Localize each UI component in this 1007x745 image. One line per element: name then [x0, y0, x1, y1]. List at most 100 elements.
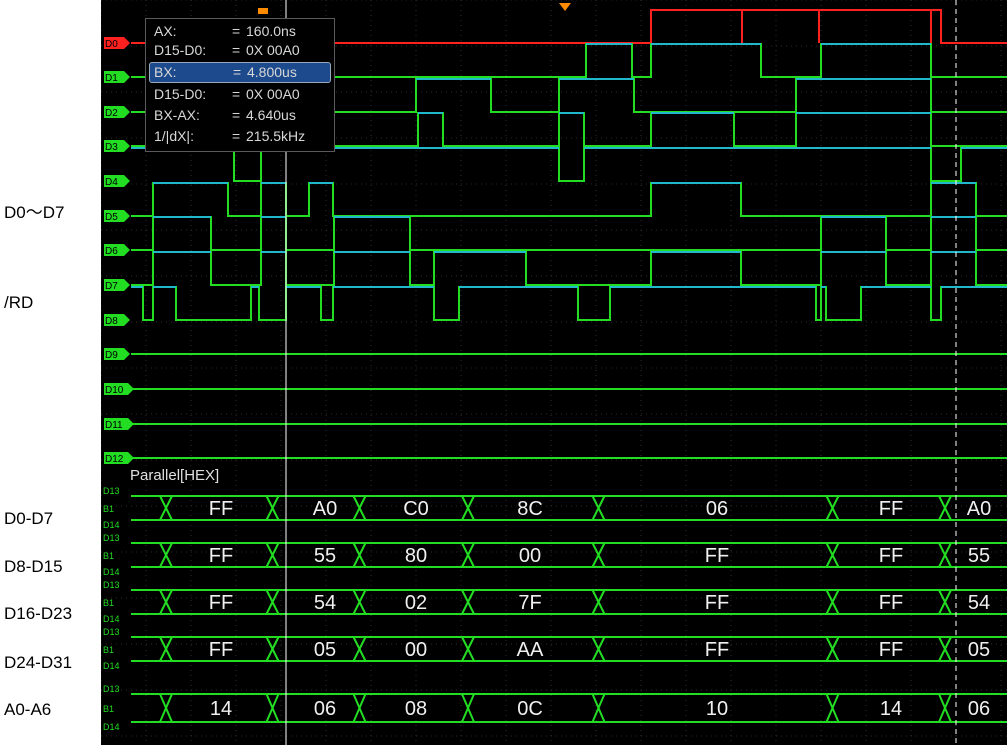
- bus-3-tag-d14: D14: [103, 661, 120, 671]
- channel-tag-text-d10: D10: [105, 385, 124, 396]
- bus-0-value: FF: [209, 498, 233, 520]
- bus-2-transition: [265, 589, 280, 615]
- bus-0-transition: [825, 495, 840, 521]
- bus-3-transition: [159, 636, 173, 662]
- bus-2-tag-b1: B1: [103, 598, 114, 608]
- bus-4-transition: [159, 693, 173, 723]
- bus-2-transition: [461, 589, 475, 615]
- bus-4-transition: [461, 693, 475, 723]
- cursor-freq-label: 1/|dX|:: [154, 128, 194, 144]
- bus-0-value: 06: [706, 498, 728, 520]
- cursor-b-data-label: D15-D0:: [154, 86, 207, 102]
- channel-tag-text-d5: D5: [105, 212, 118, 223]
- cursor-b-data-row: D15-D0: = 0X 00A0: [146, 85, 332, 104]
- channel-d4-trace: [131, 147, 1007, 182]
- bus-3-value: FF: [705, 639, 729, 661]
- bus-4-tag-b1: B1: [103, 704, 114, 714]
- trigger-position-marker: [559, 3, 571, 11]
- bus-3-value: FF: [209, 639, 233, 661]
- bus-3-tag-b1: B1: [103, 645, 114, 655]
- channel-tag-text-d12: D12: [105, 454, 124, 465]
- bus-0-tag-b1: B1: [103, 504, 114, 514]
- bus-2-value: FF: [705, 592, 729, 614]
- channel-tag-text-d7: D7: [105, 281, 118, 292]
- channel-tag-text-d11: D11: [105, 420, 123, 431]
- bus-2-transition: [591, 589, 606, 615]
- cursor-measurement-panel: AX: = 160.0ns D15-D0: = 0X 00A0 BX: = 4.…: [145, 18, 335, 152]
- cursor-ax-row: AX: = 160.0ns: [146, 22, 332, 41]
- bus-4-value: 0C: [517, 698, 543, 720]
- cursor-ax-value: 160.0ns: [246, 23, 296, 39]
- bus-1-value: FF: [879, 545, 903, 567]
- bus-3-value: 05: [968, 639, 990, 661]
- bus-0-transition: [591, 495, 606, 521]
- bus-1-tag-d13: D13: [103, 533, 120, 543]
- bus-2-transition: [825, 589, 840, 615]
- bus-2-transition: [352, 589, 367, 615]
- bus-1-value: 55: [968, 545, 990, 567]
- bus-4-transition: [591, 693, 606, 723]
- bus-4-transition: [825, 693, 840, 723]
- cursor-a-data-row: D15-D0: = 0X 00A0: [146, 41, 332, 60]
- cursor-b-data-value: 0X 00A0: [246, 86, 300, 102]
- cursor-delta-row: BX-AX: = 4.640us: [146, 106, 332, 125]
- bus-3-value: 00: [405, 639, 427, 661]
- bus-1-transition: [938, 542, 952, 568]
- channel-tag-text-d4: D4: [105, 177, 118, 188]
- label-bus-d16-d23: D16-D23: [4, 604, 73, 623]
- cursor-bx-value: 4.800us: [247, 64, 297, 80]
- label-bus-a0-a6: A0-A6: [4, 700, 52, 719]
- label-rd: /RD: [4, 293, 34, 312]
- bus-1-transition: [825, 542, 840, 568]
- cursor-b-data-equals: =: [232, 86, 241, 102]
- cursor-ax-equals: =: [232, 23, 241, 39]
- bus-2-transition: [938, 589, 952, 615]
- bus-0-value: A0: [313, 498, 337, 520]
- channel-tag-text-d0: D0: [105, 39, 118, 50]
- bus-1-value: 80: [405, 545, 427, 567]
- cursor-a-data-label: D15-D0:: [154, 42, 207, 58]
- bus-1-tag-b1: B1: [103, 551, 114, 561]
- parallel-hex-label: Parallel[HEX]: [130, 467, 219, 484]
- bus-3-tag-d13: D13: [103, 627, 120, 637]
- bus-3-transition: [825, 636, 840, 662]
- bus-0-transition: [159, 495, 173, 521]
- cursor-a-data-value: 0X 00A0: [246, 42, 300, 58]
- channel-tag-text-d1: D1: [105, 73, 118, 84]
- bus-3-value: 05: [314, 639, 336, 661]
- bus-2-value: 02: [405, 592, 427, 614]
- channel-d5-trace: [131, 182, 1007, 217]
- cursor-delta-label: BX-AX:: [154, 107, 200, 123]
- bus-0-tag-d13: D13: [103, 486, 120, 496]
- bus-3-transition: [938, 636, 952, 662]
- channel-tag-text-d3: D3: [105, 142, 118, 153]
- channel-tag-text-d9: D9: [105, 350, 118, 361]
- oscilloscope-display[interactable]: D0 D1 D2 D3 D4 D5 D6 D7 D8 D9 D10 D11 D12 Parallel[HE…: [101, 0, 1007, 745]
- bus-1-transition: [159, 542, 173, 568]
- bus-4-value: 14: [210, 698, 232, 720]
- bus-0-value: 8C: [517, 498, 543, 520]
- channel-tag-text-d8: D8: [105, 316, 118, 327]
- bus-3-value: FF: [879, 639, 903, 661]
- bus-4-value: 08: [405, 698, 427, 720]
- bus-3-transition: [352, 636, 367, 662]
- bus-0-value: A0: [967, 498, 991, 520]
- channel-d8-trace: [131, 286, 1007, 321]
- bus-4-value: 10: [706, 698, 728, 720]
- cursor-bx-row[interactable]: BX: = 4.800us: [149, 62, 331, 83]
- bus-4-value: 06: [314, 698, 336, 720]
- bus-2-value: 54: [968, 592, 990, 614]
- cursor-freq-row: 1/|dX|: = 215.5kHz: [146, 127, 332, 146]
- bus-0-value: FF: [879, 498, 903, 520]
- cursor-a-data-equals: =: [232, 42, 241, 58]
- bus-1-transition: [352, 542, 367, 568]
- cursor-a-tag: [258, 8, 268, 14]
- bus-2-transition: [159, 589, 173, 615]
- cursor-delta-equals: =: [232, 107, 241, 123]
- bus-1-value: FF: [705, 545, 729, 567]
- bus-4-value: 06: [968, 698, 990, 720]
- label-bus-d8-d15: D8-D15: [4, 557, 63, 576]
- cursor-ax-label: AX:: [154, 23, 177, 39]
- bus-0-tag-d14: D14: [103, 520, 120, 530]
- bus-2-value: 54: [314, 592, 336, 614]
